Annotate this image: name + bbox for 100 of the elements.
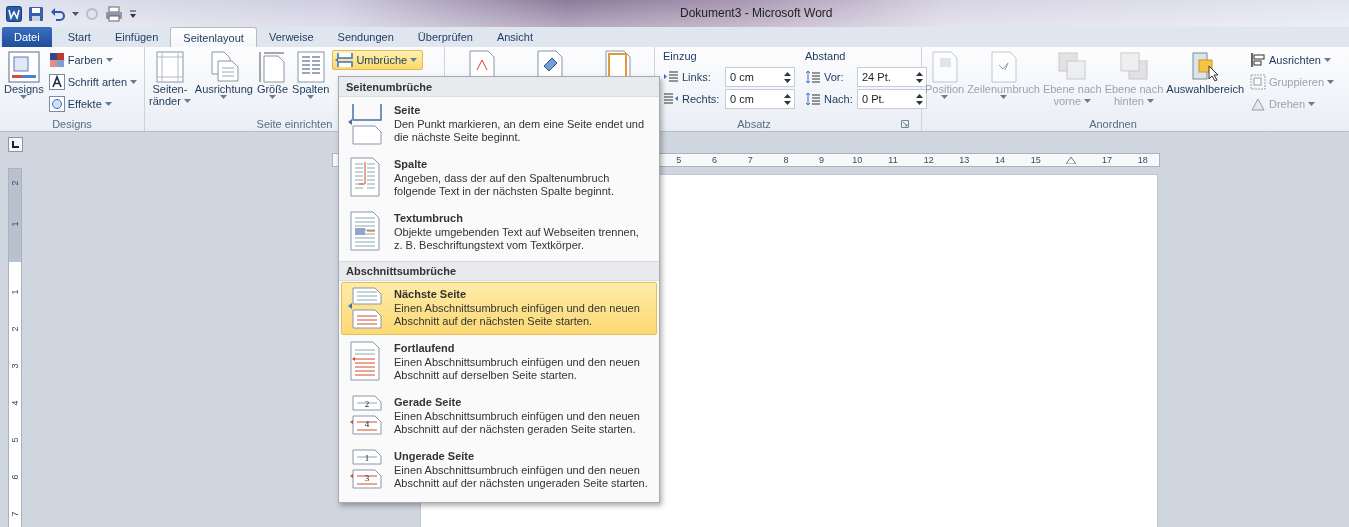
ruler-number: 6 [711, 155, 719, 165]
word-app-icon[interactable] [6, 5, 22, 22]
spacing-before-icon [805, 92, 821, 106]
ribbon-button[interactable]: Schrift arten [48, 72, 138, 91]
ruler-number: 3 [9, 363, 21, 369]
ribbon-button[interactable]: Seiten- ränder [148, 50, 192, 108]
ruler-number: 2 [9, 326, 21, 332]
item-title: Ungerade Seite [394, 450, 476, 462]
ribbon-button[interactable]: Größe [255, 50, 290, 100]
ruler-number: 5 [9, 437, 21, 443]
customize-icon[interactable] [129, 7, 137, 20]
ribbon-button[interactable]: Auswahlbereich [1165, 50, 1245, 96]
file-tab[interactable]: Datei [2, 27, 52, 47]
ribbon-tab[interactable]: Ansicht [484, 27, 545, 47]
menu-item[interactable]: 1 3 Ungerade Seite Einen Abschnittsumbruch einfügen und den neuen Abschnitt auf der nächsten ungeraden Seite starten. [341, 444, 657, 497]
selection-pane-icon [1190, 51, 1221, 83]
field-label: Vor: [824, 71, 845, 83]
ribbon-button[interactable]: Effekte [48, 94, 138, 113]
spin-field[interactable]: 0 cm [725, 89, 795, 109]
caret-icon [220, 95, 228, 99]
ribbon-button[interactable]: Spalten [291, 50, 331, 100]
picture-position-icon [929, 51, 960, 83]
caret-icon [269, 95, 276, 99]
group-label: Absatz [737, 117, 771, 130]
caret-icon [1000, 95, 1007, 99]
send-backward-icon [1119, 51, 1149, 83]
field-label: Nach: [824, 93, 854, 105]
group-label: Anordnen [1089, 117, 1137, 130]
item-description: Objekte umgebenden Text auf Webseiten trennen, z. B. Beschriftungstext vom Textkörper. [394, 226, 640, 252]
item-description: Den Punkt markieren, an dem eine Seite endet und die nächste Seite beginnt. [394, 118, 646, 144]
ribbon-tab[interactable]: Seitenlayout [170, 27, 257, 47]
ruler-number: 7 [746, 155, 754, 165]
ruler-number: 5 [675, 155, 683, 165]
item-title: Gerade Seite [394, 396, 463, 408]
ribbon-tab[interactable]: Einfügen [102, 27, 171, 47]
menu-item[interactable]: Textumbruch Objekte umgebenden Text auf Webseiten trennen, z. B. Beschriftungstext vom Textkörper. [341, 206, 657, 259]
tab-stop-button[interactable] [7, 137, 23, 152]
ribbon-tab[interactable]: Überprüfen [405, 27, 485, 47]
menu-item[interactable]: Seite Den Punkt markieren, an dem eine Seite endet und die nächste Seite beginnt. [341, 98, 657, 151]
page-margins-icon [154, 51, 185, 83]
ruler-number: 10 [851, 155, 864, 165]
spinner-icon [916, 93, 923, 105]
caret-icon [20, 95, 28, 99]
caret-icon [1308, 101, 1316, 106]
caret-icon [1084, 99, 1092, 103]
caret-icon [104, 101, 112, 106]
ruler-number: 2 [9, 180, 21, 186]
print-icon[interactable] [105, 5, 123, 22]
next-page-icon [348, 286, 384, 330]
page-size-icon [257, 51, 288, 83]
menu-item[interactable]: 2 4 Gerade Seite Einen Abschnittsumbruch einfügen und den neuen Abschnitt auf der nächsten geraden Seite starten. [341, 390, 657, 443]
effects-icon [48, 95, 65, 112]
ruler-number: 6 [9, 474, 21, 480]
spacing-before-icon [805, 70, 821, 84]
dialog-launcher-icon[interactable] [900, 119, 909, 128]
caret-icon [72, 11, 79, 16]
page-orientation-icon [208, 51, 239, 83]
item-title: Nächste Seite [394, 288, 468, 300]
menu-item[interactable]: Nächste Seite Einen Abschnittsumbruch einfügen und den neuen Abschnitt auf der nächsten Seite starten. [341, 282, 657, 335]
caret-icon [941, 95, 949, 99]
save-icon[interactable] [28, 5, 44, 22]
ribbon-button[interactable]: Farben [48, 50, 138, 69]
item-description: Einen Abschnittsumbruch einfügen und den neuen Abschnitt auf der nächsten geraden Seite starten. [394, 410, 641, 436]
caret-icon [1146, 99, 1154, 103]
ruler-number: 15 [1029, 155, 1042, 165]
font-letter-icon [48, 73, 65, 90]
caret-icon [307, 95, 315, 99]
ribbon-tab[interactable]: Sendungen [325, 27, 406, 47]
indent-marker-icon[interactable] [1066, 156, 1077, 164]
spinner-icon [916, 71, 923, 83]
item-title: Spalte [394, 158, 428, 170]
caret-icon [105, 57, 113, 62]
spin-field[interactable]: 24 Pt. [857, 67, 927, 87]
ruler-number: 17 [1101, 155, 1114, 165]
themes-icon [7, 51, 40, 83]
bring-forward-icon [1057, 51, 1088, 83]
item-description: Einen Abschnittsumbruch einfügen und den neuen Abschnitt auf derselben Seite starten. [394, 356, 641, 382]
indent-left-icon [663, 70, 679, 84]
ruler-number: 12 [922, 155, 935, 165]
ribbon-button[interactable]: Ausrichtung [193, 50, 254, 100]
section-heading: Abstand [805, 50, 847, 64]
ribbon-tab[interactable]: Start [55, 27, 103, 47]
menu-heading: Abschnittsumbrüche [339, 261, 659, 281]
breaks-button[interactable]: Umbrüche [332, 50, 424, 70]
window-title: Dokument3 - Microsoft Word [680, 6, 833, 20]
item-title: Fortlaufend [394, 342, 456, 354]
menu-item[interactable]: Fortlaufend Einen Abschnittsumbruch einfügen und den neuen Abschnitt auf derselben Seite starten. [341, 336, 657, 389]
ribbon-button[interactable]: Designs [3, 50, 45, 100]
section-heading: Einzug [663, 50, 698, 64]
ruler-number: 4 [9, 400, 21, 406]
spin-field[interactable]: 0 Pt. [857, 89, 927, 109]
ribbon-tab[interactable]: Verweise [256, 27, 326, 47]
menu-item[interactable]: Spalte Angeben, dass der auf den Spaltenumbruch folgende Text in der nächsten Spalte beginnt. [341, 152, 657, 205]
ribbon-button[interactable]: Ausrichten [1250, 50, 1335, 69]
ruler-number: 8 [782, 155, 790, 165]
item-title: Seite [394, 104, 422, 116]
group-label: Designs [51, 116, 93, 131]
field-label: Rechts: [682, 93, 721, 105]
spin-field[interactable]: 0 cm [725, 67, 795, 87]
ruler-number: 14 [994, 155, 1007, 165]
